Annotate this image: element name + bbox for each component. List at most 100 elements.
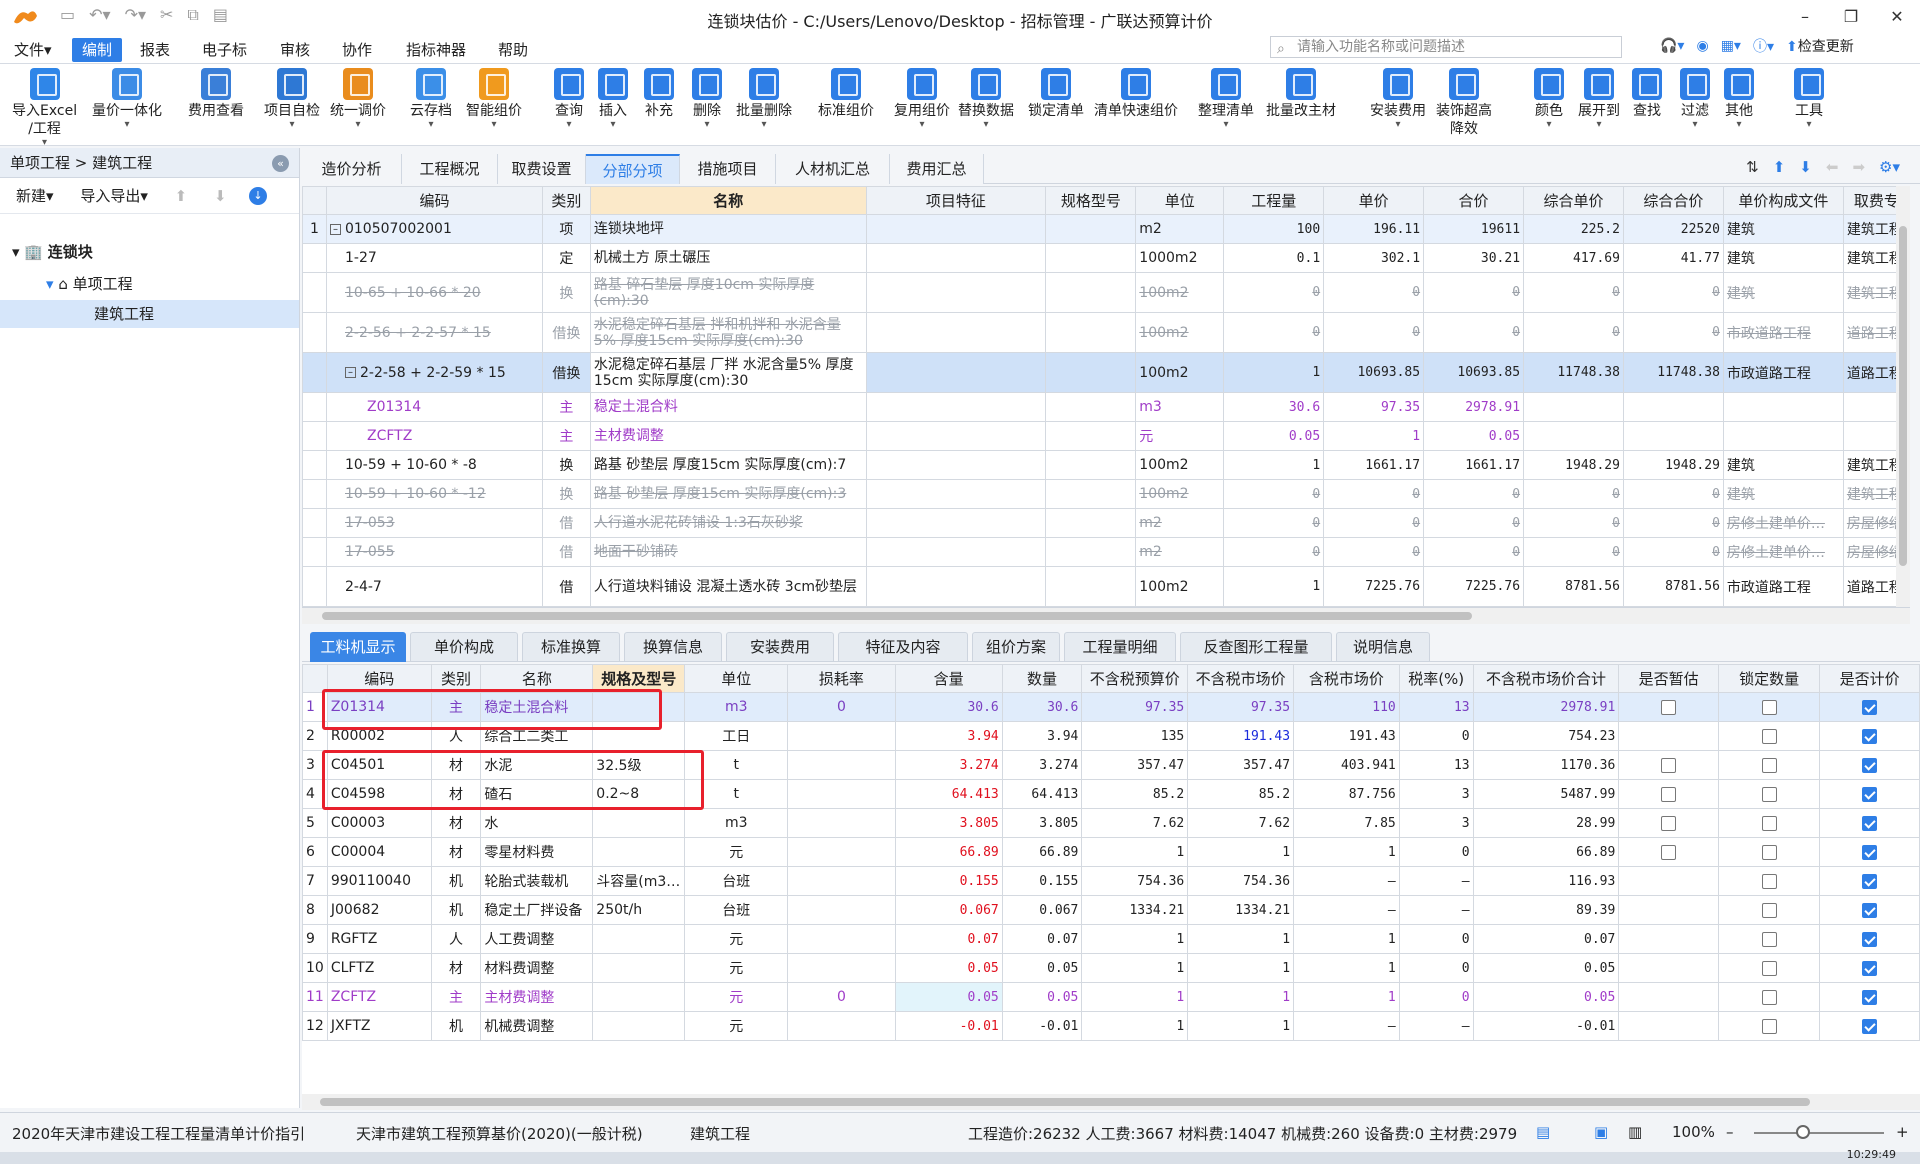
table-cell[interactable]: 借换: [541, 312, 591, 353]
table-cell[interactable]: 196.11: [1323, 214, 1425, 244]
table-cell[interactable]: 87.756: [1293, 779, 1400, 809]
scroll-thumb[interactable]: [1899, 226, 1907, 566]
checkbox[interactable]: [1862, 844, 1878, 860]
table-cell[interactable]: [865, 537, 1047, 567]
table-row[interactable]: 4 C04598 材碴石 0.2~8 t 64.413 64.413 85.2 85.2 87.7…: [302, 779, 1920, 809]
table-row[interactable]: 10-59 + 10-60 * -8 换路基 砂垫层 厚度15cm 实际厚度(cm…: [302, 450, 1910, 480]
scroll-thumb[interactable]: [322, 612, 1472, 620]
table-cell[interactable]: 主: [541, 392, 591, 422]
table-cell[interactable]: -0.01: [1001, 1011, 1083, 1041]
table-cell[interactable]: [1717, 779, 1821, 809]
table-cell[interactable]: 403.941: [1293, 750, 1400, 780]
move-up-icon[interactable]: ⬆: [175, 187, 188, 205]
tab-5[interactable]: 人材机汇总: [776, 154, 890, 184]
table-cell[interactable]: 房修土建单价…: [1722, 537, 1844, 567]
checkbox[interactable]: [1661, 699, 1677, 715]
table-row[interactable]: 2 R00002 人综合工二类工 工日 3.94 3.94 135 191.43 191.43 0…: [302, 721, 1920, 751]
table-cell[interactable]: 2-4-7: [325, 566, 543, 607]
table-cell[interactable]: [1819, 721, 1920, 751]
layout-icon[interactable]: ▤: [1536, 1123, 1550, 1141]
table-cell[interactable]: 3: [1398, 808, 1474, 838]
table-cell[interactable]: [1618, 982, 1719, 1012]
table-cell[interactable]: 0.2~8: [592, 779, 686, 809]
checkbox[interactable]: [1761, 728, 1777, 744]
table-cell[interactable]: 元: [684, 924, 789, 954]
table-cell[interactable]: 2-2-56 + 2-2-57 * 15: [325, 312, 543, 353]
table-cell[interactable]: [1045, 479, 1137, 509]
table-cell[interactable]: 28.99: [1472, 808, 1620, 838]
table-cell[interactable]: [1717, 866, 1821, 896]
table-cell[interactable]: [302, 392, 327, 422]
column-header[interactable]: 含税市场价: [1293, 664, 1400, 693]
dropdown-icon[interactable]: ▾: [410, 120, 452, 130]
column-header[interactable]: 名称: [589, 186, 867, 215]
table-cell[interactable]: 225.2: [1523, 214, 1624, 244]
table-cell[interactable]: 66.89: [1001, 837, 1083, 867]
table-cell[interactable]: 64.413: [1001, 779, 1083, 809]
table-cell[interactable]: 水: [480, 808, 594, 838]
table-cell[interactable]: 0: [1398, 982, 1474, 1012]
table-cell[interactable]: 2978.91: [1423, 392, 1525, 422]
table-cell[interactable]: 稳定土混合料: [480, 692, 594, 722]
table-cell[interactable]: 工日: [684, 721, 789, 751]
bottom-tab-5[interactable]: 特征及内容: [838, 632, 968, 662]
dropdown-icon[interactable]: ▾: [466, 120, 522, 130]
table-cell[interactable]: 1: [1293, 837, 1400, 867]
table-cell[interactable]: [1045, 537, 1137, 567]
table-cell[interactable]: 综合工二类工: [480, 721, 594, 751]
table-cell[interactable]: 建筑: [1722, 214, 1844, 244]
table-cell[interactable]: 人: [430, 924, 482, 954]
table-cell[interactable]: 5487.99: [1472, 779, 1620, 809]
settings-icon[interactable]: ⚙▾: [1879, 158, 1900, 176]
table-cell[interactable]: [1045, 421, 1137, 451]
table-cell[interactable]: 64.413: [894, 779, 1003, 809]
menu-help[interactable]: 帮助: [488, 38, 538, 62]
arrow-up-icon[interactable]: ⬆: [1773, 158, 1786, 176]
table-cell[interactable]: 100m2: [1135, 272, 1225, 313]
table-cell[interactable]: 754.36: [1081, 866, 1189, 896]
column-header[interactable]: 单价: [1323, 186, 1425, 215]
table-cell[interactable]: 0: [1622, 508, 1724, 538]
table-cell[interactable]: 1661.17: [1423, 450, 1525, 480]
checkbox[interactable]: [1862, 757, 1878, 773]
table-cell[interactable]: [1819, 692, 1920, 722]
table-cell[interactable]: 1: [1223, 352, 1325, 393]
menu-audit[interactable]: 审核: [270, 38, 320, 62]
table-cell[interactable]: 10-59 + 10-60 * -8: [325, 450, 543, 480]
bottom-tab-4[interactable]: 安装费用: [726, 632, 834, 662]
ribbon-button-0[interactable]: 导入Excel/工程 ▾: [12, 68, 77, 148]
table-cell[interactable]: [1819, 1011, 1920, 1041]
table-cell[interactable]: [1523, 421, 1624, 451]
table-cell[interactable]: [302, 312, 327, 353]
column-header[interactable]: 税率(%): [1398, 664, 1474, 693]
column-header[interactable]: 编码: [326, 664, 432, 693]
table-cell[interactable]: 0: [1523, 479, 1624, 509]
table-cell[interactable]: [302, 243, 327, 273]
table-cell[interactable]: 754.36: [1187, 866, 1295, 896]
table-cell[interactable]: 0: [1523, 537, 1624, 567]
table-cell[interactable]: 1: [1293, 953, 1400, 983]
table-cell[interactable]: [1717, 837, 1821, 867]
table-cell[interactable]: [1523, 392, 1624, 422]
table-cell[interactable]: 1000m2: [1135, 243, 1225, 273]
table-cell[interactable]: 100m2: [1135, 450, 1225, 480]
table-cell[interactable]: 302.1: [1323, 243, 1425, 273]
ribbon-button-24[interactable]: 过滤 ▾: [1680, 68, 1710, 130]
table-cell[interactable]: 碴石: [480, 779, 594, 809]
ribbon-button-10[interactable]: 删除 ▾: [692, 68, 722, 130]
dropdown-icon[interactable]: ▾: [1724, 120, 1754, 130]
bottom-tab-7[interactable]: 工程量明细: [1064, 632, 1176, 662]
table-cell[interactable]: 1: [1293, 982, 1400, 1012]
table-cell[interactable]: [1717, 982, 1821, 1012]
table-cell[interactable]: 0: [1523, 312, 1624, 353]
table-cell[interactable]: ZCFTZ: [325, 421, 543, 451]
bottom-tab-8[interactable]: 反查图形工程量: [1180, 632, 1332, 662]
dropdown-icon[interactable]: ▾: [12, 138, 77, 148]
table-row[interactable]: 6 C00004 材零星材料费元 66.89 66.89 1 1 1 0 66.89: [302, 837, 1920, 867]
checkbox[interactable]: [1761, 699, 1777, 715]
info-icon[interactable]: ⓘ▾: [1753, 36, 1774, 56]
table-cell[interactable]: [1819, 808, 1920, 838]
table-cell[interactable]: [1819, 866, 1920, 896]
table-cell[interactable]: 借: [541, 566, 591, 607]
table-cell[interactable]: 借: [541, 508, 591, 538]
